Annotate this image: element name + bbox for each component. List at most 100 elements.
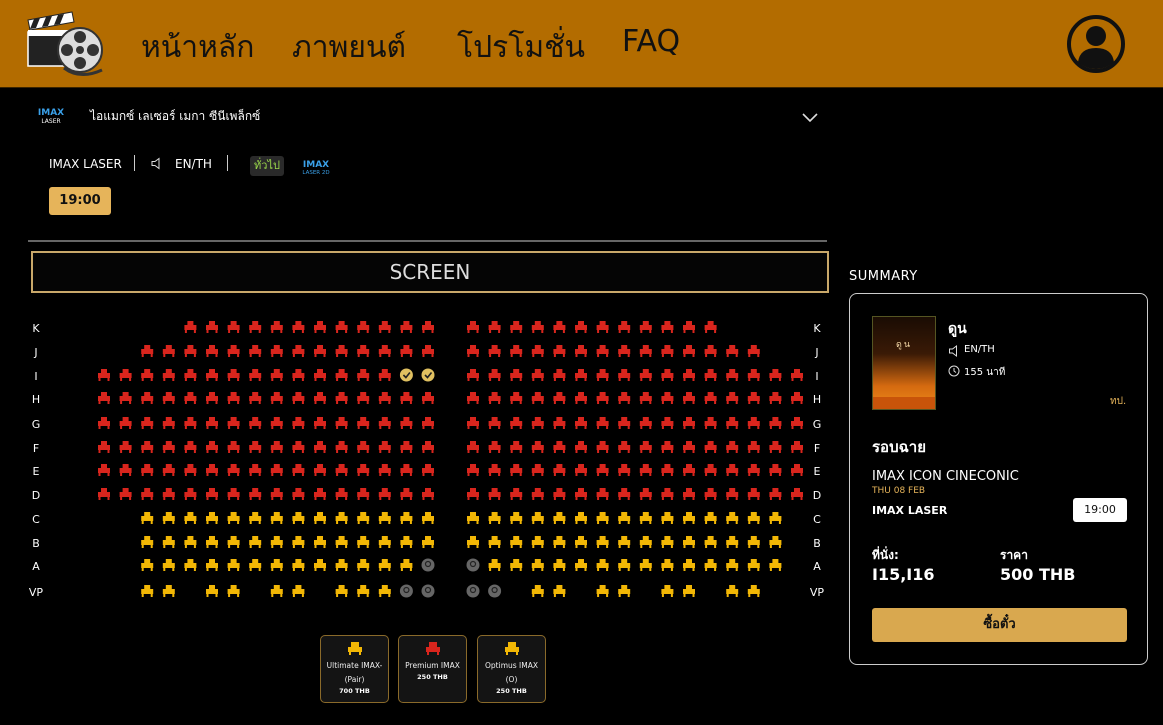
seat-D22[interactable] [575,488,587,500]
seat-E21[interactable] [553,464,566,476]
seat-A27[interactable] [726,559,739,571]
seat-VP8[interactable] [357,585,370,597]
seat-J13[interactable] [400,345,413,357]
seat-F20[interactable] [531,441,544,453]
seat-J4[interactable] [206,345,218,357]
seat-C1[interactable] [141,512,154,524]
seat-E7[interactable] [227,464,240,476]
seat-C7[interactable] [270,512,283,524]
seat-G8[interactable] [249,417,262,429]
seat-E29[interactable] [726,464,739,476]
seat-I11[interactable] [314,369,326,381]
seat-G16[interactable] [422,417,434,429]
seat-B14[interactable] [422,536,434,548]
seat-I5[interactable] [184,369,197,381]
seat-J15[interactable] [467,345,479,357]
seat-H23[interactable] [596,392,609,404]
seat-E23[interactable] [596,464,609,476]
seat-G32[interactable] [791,417,803,429]
seat-A21[interactable] [596,559,609,571]
seat-A9[interactable] [314,559,326,571]
seat-G29[interactable] [726,417,739,429]
seat-A23[interactable] [639,559,652,571]
seat-B3[interactable] [184,536,197,548]
seat-D2[interactable] [119,488,132,500]
seat-F26[interactable] [661,441,674,453]
seat-VP14[interactable] [531,585,544,597]
seat-I32[interactable] [791,369,803,381]
seat-A11[interactable] [357,559,370,571]
seat-H25[interactable] [639,392,652,404]
seat-B12[interactable] [378,536,391,548]
seat-G11[interactable] [314,417,326,429]
seat-F30[interactable] [747,441,760,453]
seat-I12[interactable] [335,369,348,381]
seat-H26[interactable] [661,392,674,404]
seat-E12[interactable] [335,464,348,476]
seat-J8[interactable] [292,345,305,357]
nav-movies[interactable]: ภาพยนต์ [292,24,406,71]
seat-G20[interactable] [531,417,544,429]
seat-E11[interactable] [314,464,326,476]
seat-D8[interactable] [249,488,262,500]
seat-D7[interactable] [227,488,240,500]
seat-I31[interactable] [769,369,782,381]
chevron-down-icon[interactable] [800,111,820,125]
seat-H11[interactable] [314,392,326,404]
buy-ticket-button[interactable]: ซื้อตั๋ว [872,608,1127,642]
seat-J10[interactable] [335,345,348,357]
seat-C28[interactable] [747,512,760,524]
seat-A12[interactable] [378,559,391,571]
seat-K13[interactable] [467,321,479,333]
seat-A7[interactable] [270,559,283,571]
seat-I30[interactable] [747,369,760,381]
seat-I9[interactable] [270,369,283,381]
seat-C9[interactable] [314,512,326,524]
seat-H15[interactable] [400,392,413,404]
seat-G24[interactable] [618,417,631,429]
seat-K9[interactable] [357,321,370,333]
seat-G17[interactable] [467,417,479,429]
seat-C8[interactable] [292,512,305,524]
seat-H3[interactable] [141,392,154,404]
seat-B20[interactable] [575,536,587,548]
seat-C19[interactable] [553,512,566,524]
seat-B4[interactable] [206,536,218,548]
seat-E6[interactable] [206,464,218,476]
seat-D26[interactable] [661,488,674,500]
seat-G23[interactable] [596,417,609,429]
seat-A24[interactable] [661,559,674,571]
seat-A29[interactable] [769,559,782,571]
seat-B18[interactable] [531,536,544,548]
seat-VP3[interactable] [206,585,218,597]
seat-C11[interactable] [357,512,370,524]
seat-D14[interactable] [378,488,391,500]
seat-I22[interactable] [575,369,587,381]
seat-D23[interactable] [596,488,609,500]
seat-K10[interactable] [378,321,391,333]
seat-A6[interactable] [249,559,262,571]
seat-D10[interactable] [292,488,305,500]
seat-C10[interactable] [335,512,348,524]
seat-J17[interactable] [510,345,523,357]
seat-D17[interactable] [467,488,479,500]
seat-J14[interactable] [422,345,434,357]
seat-C18[interactable] [531,512,544,524]
seat-C4[interactable] [206,512,218,524]
seat-E20[interactable] [531,464,544,476]
seat-F21[interactable] [553,441,566,453]
seat-I4[interactable] [162,369,175,381]
seat-D19[interactable] [510,488,523,500]
seat-D4[interactable] [162,488,175,500]
seat-E19[interactable] [510,464,523,476]
seat-A5[interactable] [227,559,240,571]
seat-VP1[interactable] [141,585,154,597]
seat-I8[interactable] [249,369,262,381]
seat-B17[interactable] [510,536,523,548]
seat-G22[interactable] [575,417,587,429]
seat-B22[interactable] [618,536,631,548]
seat-F16[interactable] [422,441,434,453]
seat-B1[interactable] [141,536,154,548]
seat-VP18[interactable] [661,585,674,597]
seat-I24[interactable] [618,369,631,381]
